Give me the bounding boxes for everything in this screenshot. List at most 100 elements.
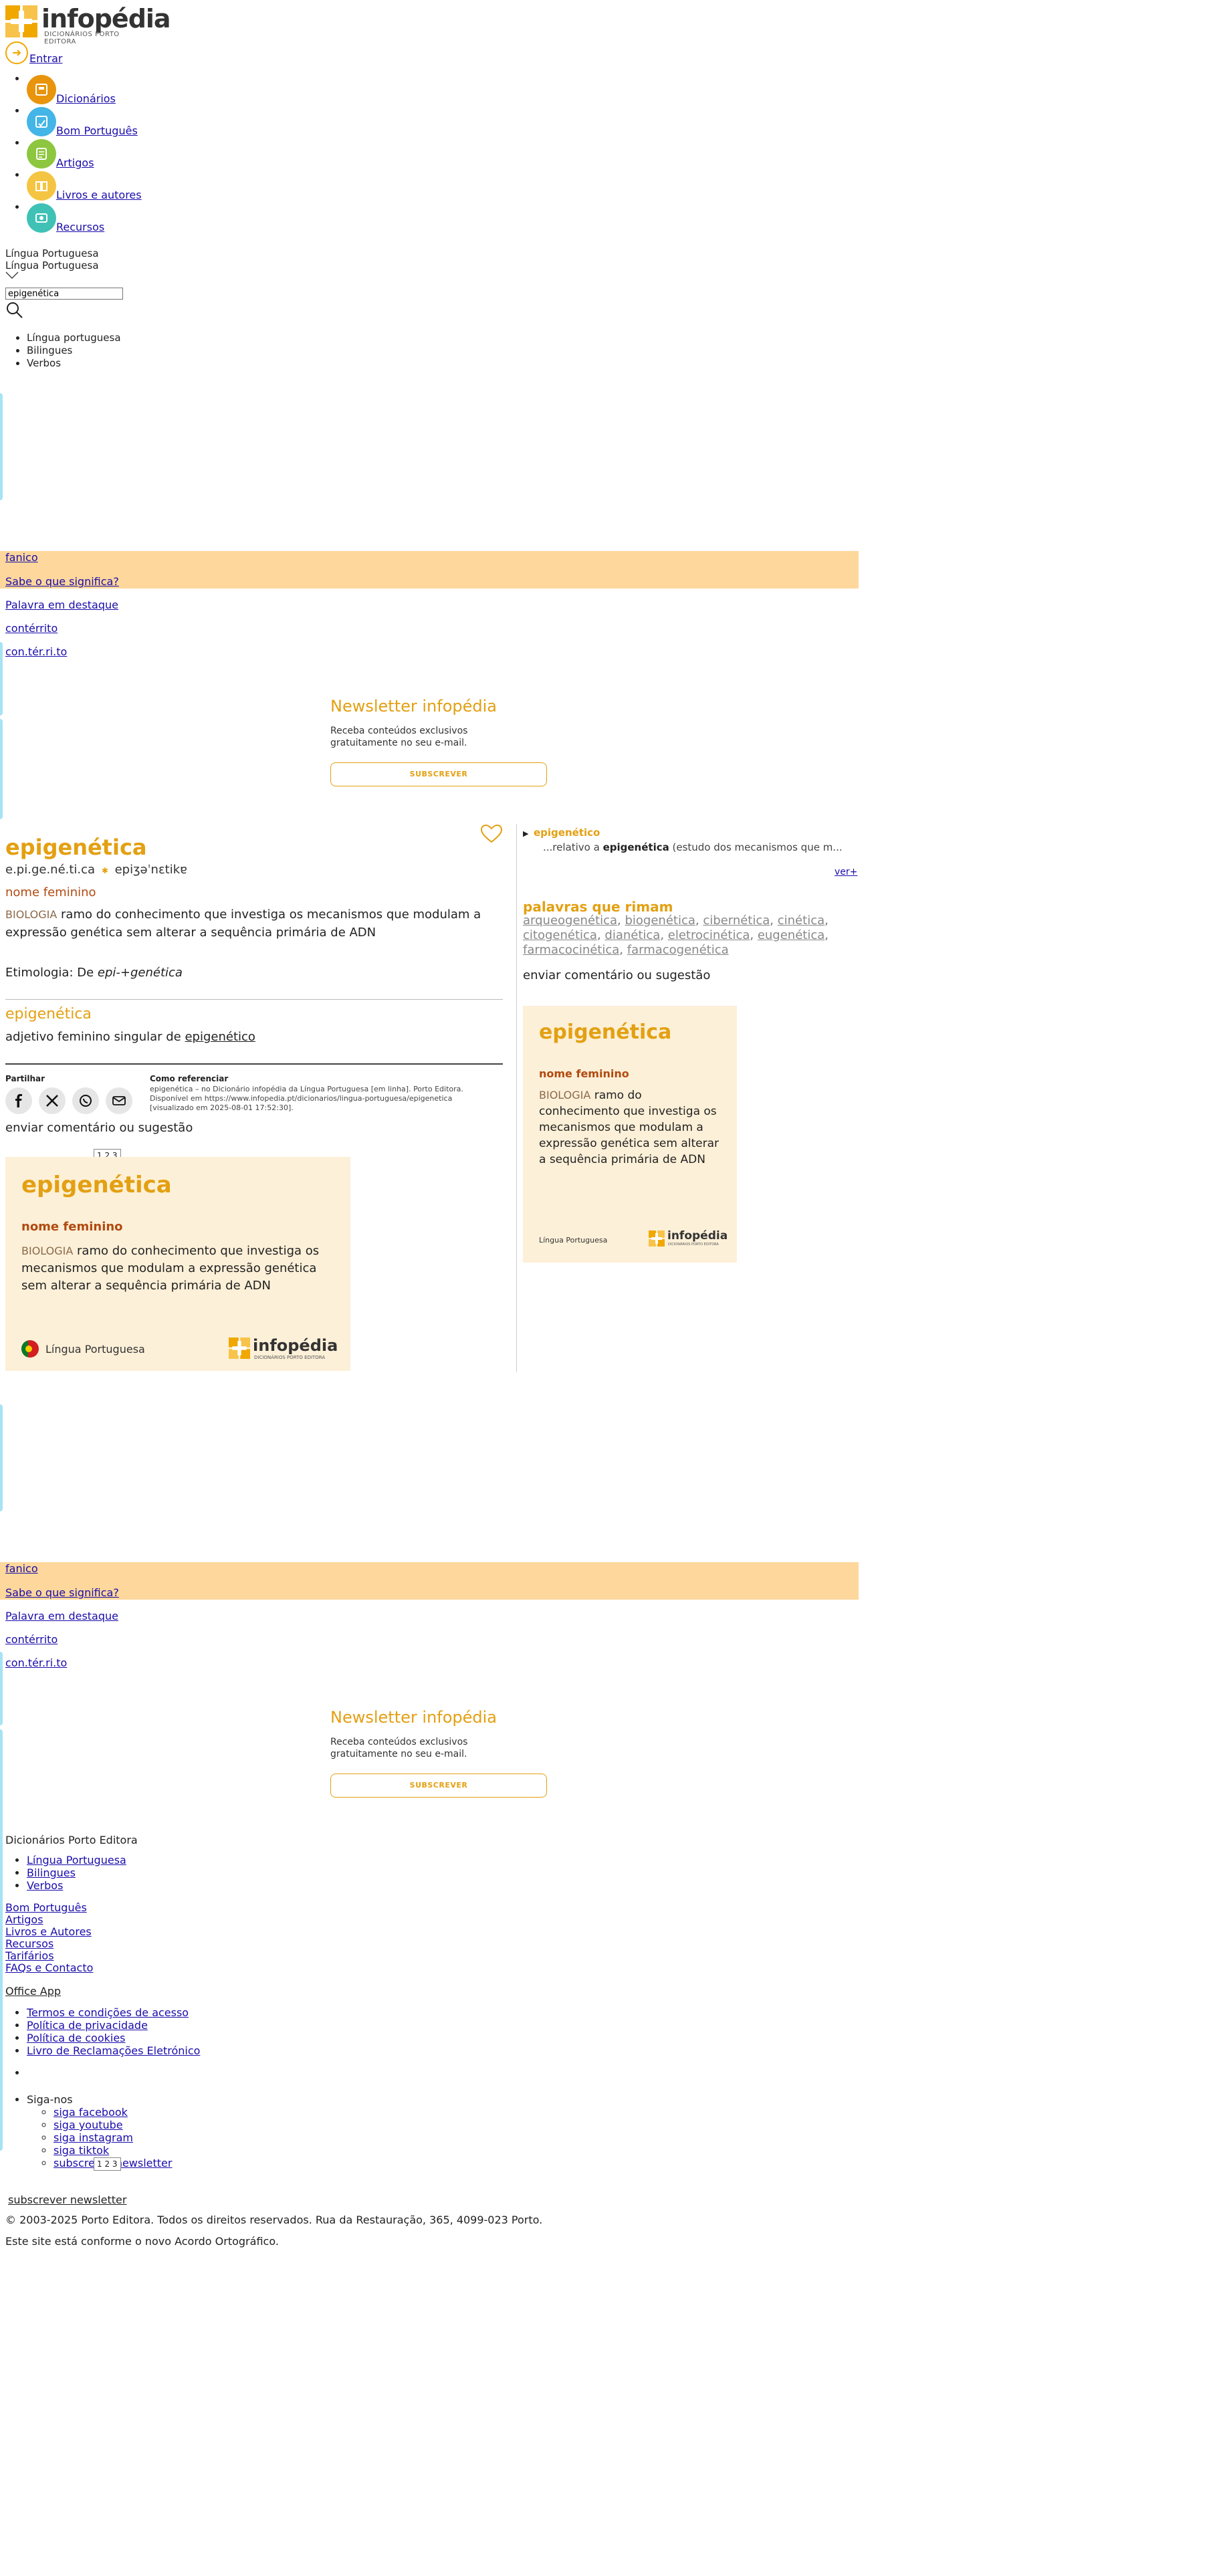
footer-link-bom-portugues[interactable]: Bom Português — [5, 1902, 93, 1914]
share-x-button[interactable] — [39, 1087, 66, 1114]
expand-triangle-icon[interactable]: ▶ — [523, 829, 528, 838]
sidebar-card-domain: BIOLOGIA — [539, 1089, 591, 1101]
rhyme-link[interactable]: dianética — [604, 928, 660, 942]
promo-banner — [0, 1562, 859, 1600]
rhymes-list: arqueogenética, biogenética, cibernética… — [523, 914, 829, 957]
promo-question-link[interactable]: Sabe o que significa? — [5, 575, 119, 588]
footer-link-pricing[interactable]: Tarifários — [5, 1950, 93, 1962]
entry-feedback-link[interactable]: enviar comentário ou sugestão — [5, 1121, 193, 1135]
nav-item-resources: Recursos — [27, 201, 428, 233]
sidebar-feedback-link[interactable]: enviar comentário ou sugestão — [523, 968, 710, 982]
social-instagram-alt: siga instagram — [53, 2131, 133, 2144]
footer-subscribe-newsletter-link[interactable]: subscrever newsletter — [8, 2193, 126, 2206]
dictionary-type-verbs[interactable]: Verbos — [27, 357, 121, 370]
featured-word-link[interactable]: contérrito — [5, 622, 58, 635]
share-facebook-button[interactable] — [5, 1087, 32, 1114]
featured-word-syllables[interactable]: con.tér.ri.to — [5, 645, 67, 658]
sidebar-share-card: epigenética nome feminino BIOLOGIA ramo … — [523, 1006, 737, 1263]
entry-etymology: Etimologia: De epi-+genética — [5, 966, 183, 980]
rhyme-link[interactable]: citogenética — [523, 928, 597, 942]
footer-legal-item: Política de cookies — [27, 2032, 200, 2044]
footer-link-complaints[interactable]: Livro de Reclamações Eletrónico — [27, 2044, 200, 2057]
sidebar-card-language: Língua Portuguesa — [539, 1236, 608, 1245]
newsletter-subscribe-button[interactable]: SUBSCREVER — [330, 762, 547, 786]
footer-title: Dicionários Porto Editora — [5, 1834, 138, 1846]
tiktok-icon[interactable]: siga tiktok — [53, 2144, 109, 2157]
featured-word-label[interactable]: Palavra em destaque — [5, 599, 118, 611]
footer-link-articles[interactable]: Artigos — [5, 1914, 93, 1926]
dictionary-type-portuguese[interactable]: Língua portuguesa — [27, 332, 121, 344]
related-word[interactable]: epigenético — [534, 827, 600, 839]
featured-word-label[interactable]: Palavra em destaque — [5, 1610, 118, 1622]
search-input[interactable] — [5, 288, 123, 300]
footer-link-terms[interactable]: Termos e condições de acesso — [27, 2006, 189, 2019]
footer-link-cookies[interactable]: Política de cookies — [27, 2032, 126, 2044]
related-desc-suffix: (estudo dos mecanismos que m... — [672, 841, 843, 853]
footer-link-bilingual[interactable]: Bilingues — [27, 1866, 76, 1879]
site-logo[interactable]: infopédia DICIONÁRIOS PORTO EDITORA — [5, 4, 171, 45]
footer-pager[interactable]: 1 2 3 — [94, 2157, 121, 2171]
footer-office-app-link[interactable]: Office App — [5, 1985, 61, 1998]
featured-word-syllables[interactable]: con.tér.ri.to — [5, 1656, 67, 1669]
share-email-button[interactable] — [106, 1087, 132, 1114]
language-selector-current[interactable]: Língua Portuguesa — [5, 247, 99, 259]
nav-link-dictionaries[interactable]: Dicionários — [56, 92, 116, 105]
favorite-heart-icon[interactable] — [480, 824, 503, 844]
rhyme-link[interactable]: eugenética — [758, 928, 825, 942]
footer-link-verbs[interactable]: Verbos — [27, 1879, 63, 1892]
instagram-icon[interactable]: siga instagram — [53, 2131, 133, 2144]
nav-link-books[interactable]: Livros e autores — [56, 189, 142, 201]
rhyme-link[interactable]: biogenética — [625, 914, 695, 928]
newsletter-title: Newsletter infopédia — [330, 1708, 497, 1727]
audio-icon[interactable]: ✱ — [102, 866, 108, 875]
promo-word-link[interactable]: fanico — [5, 551, 38, 564]
footer-link-faq[interactable]: FAQs e Contacto — [5, 1962, 93, 1974]
footer-dictionary-list: Língua Portuguesa Bilingues Verbos — [0, 1854, 126, 1892]
related-description: ...relativo a epigenética (estudo dos me… — [543, 841, 857, 853]
entry-secondary-definition: adjetivo feminino singular de epigenétic… — [5, 1030, 255, 1044]
rhyme-link[interactable]: farmacogenética — [627, 943, 729, 957]
footer-link-privacy[interactable]: Política de privacidade — [27, 2019, 148, 2032]
chevron-down-icon[interactable] — [5, 272, 19, 280]
footer-dictionary-item: Bilingues — [27, 1866, 126, 1879]
infopedia-logo-icon — [649, 1230, 665, 1247]
nav-link-articles[interactable]: Artigos — [56, 156, 94, 169]
card-domain: BIOLOGIA — [21, 1245, 74, 1257]
login-icon[interactable] — [5, 41, 28, 64]
etymology-label: Etimologia: De — [5, 966, 94, 980]
login-link[interactable]: Entrar — [29, 52, 62, 65]
infopedia-logo-icon — [5, 5, 37, 37]
featured-word-link[interactable]: contérrito — [5, 1633, 58, 1646]
etymology-value: epi-+genética — [97, 966, 183, 980]
nav-link-resources[interactable]: Recursos — [56, 221, 104, 233]
rhyme-link[interactable]: farmacocinética — [523, 943, 619, 957]
rhyme-link[interactable]: eletrocinética — [668, 928, 750, 942]
youtube-icon[interactable]: siga youtube — [53, 2119, 123, 2131]
rhyme-link[interactable]: cibernética — [703, 914, 770, 928]
footer-link-portuguese[interactable]: Língua Portuguesa — [27, 1854, 126, 1866]
promo-question-link[interactable]: Sabe o que significa? — [5, 1586, 119, 1599]
search-icon[interactable] — [5, 301, 24, 320]
dictionary-type-bilingual[interactable]: Bilingues — [27, 344, 121, 357]
footer-dictionary-item: Língua Portuguesa — [27, 1854, 126, 1866]
entry-secondary-headword: epigenética — [5, 1006, 92, 1023]
sidebar-divider — [516, 824, 517, 1372]
footer-link-resources[interactable]: Recursos — [5, 1938, 93, 1950]
footer-legal-item: Termos e condições de acesso — [27, 2006, 200, 2019]
footer-social-item: siga facebook — [53, 2106, 172, 2119]
promo-word-link[interactable]: fanico — [5, 1562, 38, 1575]
nav-link-bom-portugues[interactable]: Bom Português — [56, 124, 138, 137]
newsletter-subscribe-button[interactable]: SUBSCREVER — [330, 1774, 547, 1798]
footer-link-books[interactable]: Livros e Autores — [5, 1926, 93, 1938]
entry-headword: epigenética — [5, 835, 147, 860]
facebook-icon[interactable]: siga facebook — [53, 2106, 128, 2119]
entry-secondary-link[interactable]: epigenético — [185, 1030, 255, 1044]
social-youtube-alt: siga youtube — [53, 2119, 123, 2131]
rhyme-link[interactable]: arqueogenética — [523, 914, 617, 928]
footer-follow-label: Siga-nos — [27, 2093, 73, 2106]
rhyme-link[interactable]: cinética — [778, 914, 825, 928]
share-whatsapp-button[interactable] — [72, 1087, 99, 1114]
logo-wordmark: infopédia — [41, 4, 171, 33]
related-more-link[interactable]: ver+ — [835, 867, 857, 877]
related-desc-prefix: ...relativo a — [543, 841, 600, 853]
